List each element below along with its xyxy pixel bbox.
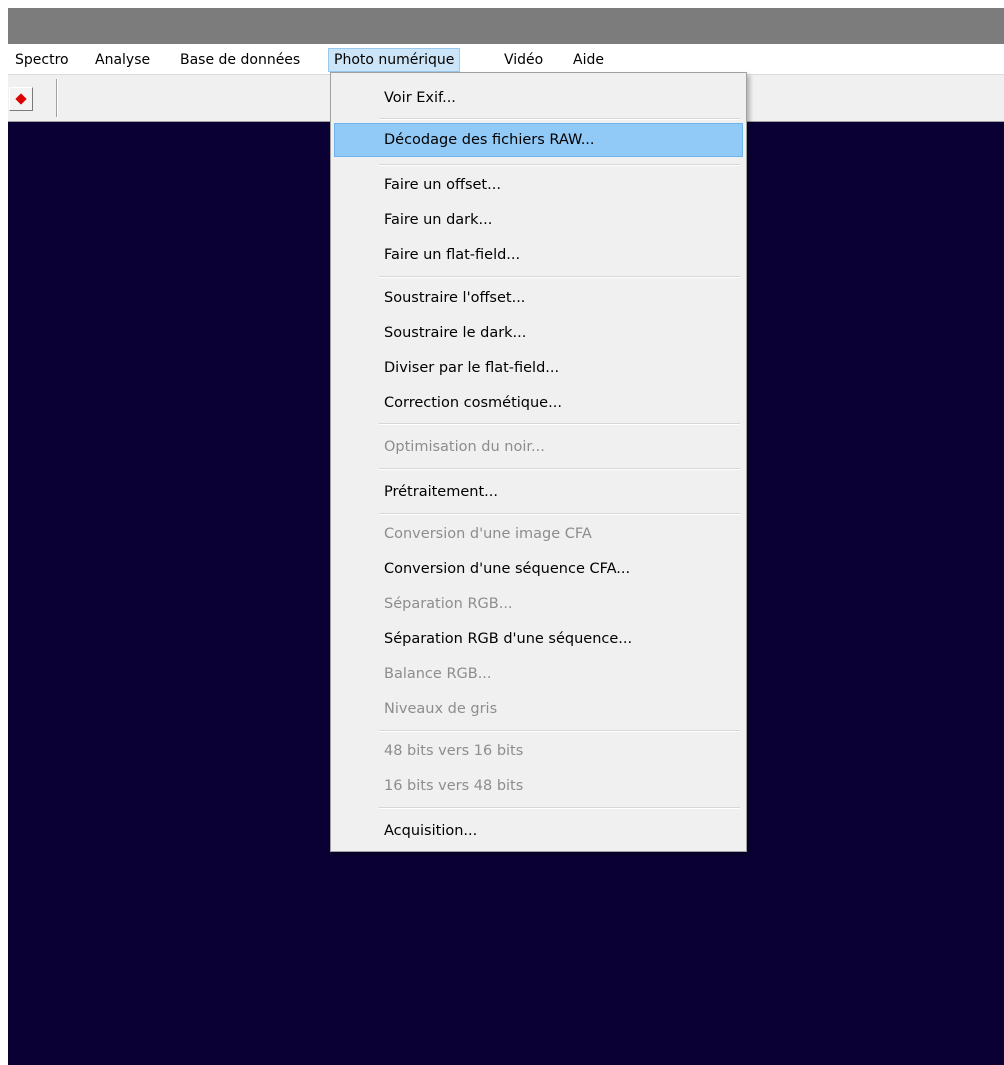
menu-item-niveaux-de-gris[interactable]: Niveaux de gris <box>334 692 743 726</box>
menu-item-optimisation-noir[interactable]: Optimisation du noir... <box>334 430 743 464</box>
menu-item-conversion-sequence-cfa[interactable]: Conversion d'une séquence CFA... <box>334 552 743 586</box>
menu-item-correction-cosmetique[interactable]: Correction cosmétique... <box>334 386 743 420</box>
menu-item-soustraire-dark[interactable]: Soustraire le dark... <box>334 316 743 350</box>
red-diamond-icon <box>15 93 27 105</box>
menu-separator <box>379 807 740 809</box>
toolbar-button[interactable] <box>9 87 33 111</box>
menu-analyse[interactable]: Analyse <box>90 48 155 72</box>
menu-item-conversion-image-cfa[interactable]: Conversion d'une image CFA <box>334 517 743 551</box>
menu-item-48-vers-16-bits[interactable]: 48 bits vers 16 bits <box>334 734 743 768</box>
menu-item-16-vers-48-bits[interactable]: 16 bits vers 48 bits <box>334 769 743 803</box>
application-window: Spectro Analyse Base de données Photo nu… <box>0 0 1004 1065</box>
menu-separator <box>379 423 740 425</box>
menu-separator <box>379 118 740 120</box>
menu-item-voir-exif[interactable]: Voir Exif... <box>334 81 743 115</box>
menu-separator <box>379 468 740 470</box>
menu-bar: Spectro Analyse Base de données Photo nu… <box>8 44 1004 74</box>
menu-item-separation-rgb-sequence[interactable]: Séparation RGB d'une séquence... <box>334 622 743 656</box>
menu-separator <box>379 276 740 278</box>
menu-video[interactable]: Vidéo <box>499 48 548 72</box>
toolbar-separator <box>56 79 58 117</box>
menu-item-balance-rgb[interactable]: Balance RGB... <box>334 657 743 691</box>
menu-item-faire-offset[interactable]: Faire un offset... <box>334 168 743 202</box>
menu-photo-numerique[interactable]: Photo numérique <box>328 48 461 72</box>
menu-base-de-donnees[interactable]: Base de données <box>175 48 305 72</box>
menu-separator <box>379 164 740 166</box>
menu-item-diviser-flat-field[interactable]: Diviser par le flat-field... <box>334 351 743 385</box>
menu-item-pretraitement[interactable]: Prétraitement... <box>334 475 743 509</box>
menu-separator <box>379 513 740 515</box>
menu-separator <box>379 730 740 732</box>
menu-item-separation-rgb[interactable]: Séparation RGB... <box>334 587 743 621</box>
menu-item-decodage-raw[interactable]: Décodage des fichiers RAW... <box>334 123 743 157</box>
photo-numerique-dropdown-menu: Voir Exif... Décodage des fichiers RAW..… <box>330 72 747 852</box>
menu-item-faire-dark[interactable]: Faire un dark... <box>334 203 743 237</box>
menu-item-acquisition[interactable]: Acquisition... <box>334 814 743 848</box>
title-bar[interactable] <box>8 8 1004 44</box>
menu-aide[interactable]: Aide <box>568 48 609 72</box>
menu-item-faire-flat-field[interactable]: Faire un flat-field... <box>334 238 743 272</box>
menu-spectro[interactable]: Spectro <box>10 48 74 72</box>
menu-item-soustraire-offset[interactable]: Soustraire l'offset... <box>334 281 743 315</box>
